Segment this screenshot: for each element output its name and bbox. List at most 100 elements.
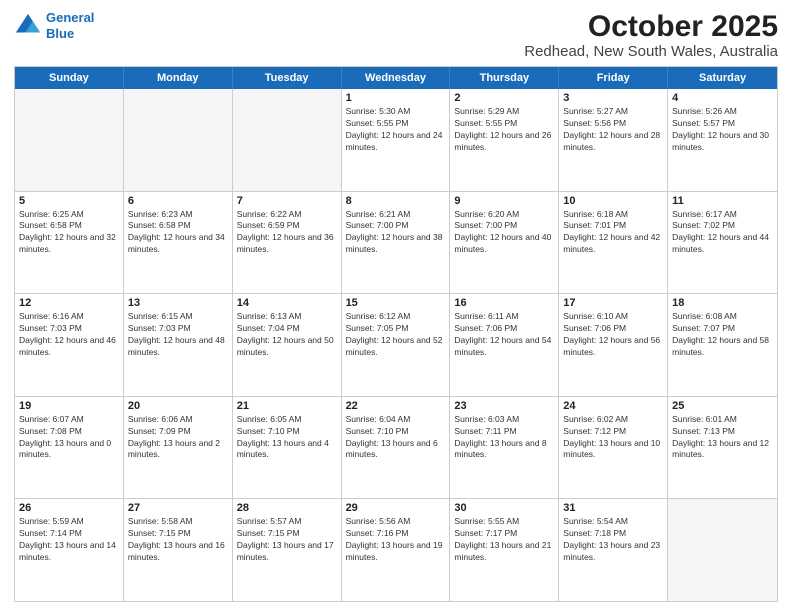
day-number: 20: [128, 400, 228, 412]
sunset-text: Sunset: 7:09 PM: [128, 426, 228, 438]
daylight-text: Daylight: 13 hours and 6 minutes.: [346, 438, 446, 462]
calendar-cell: [668, 499, 777, 601]
calendar-cell: 27 Sunrise: 5:58 AM Sunset: 7:15 PM Dayl…: [124, 499, 233, 601]
sunset-text: Sunset: 5:56 PM: [563, 118, 663, 130]
daylight-text: Daylight: 12 hours and 42 minutes.: [563, 232, 663, 256]
calendar-cell: 9 Sunrise: 6:20 AM Sunset: 7:00 PM Dayli…: [450, 192, 559, 294]
daylight-text: Daylight: 12 hours and 34 minutes.: [128, 232, 228, 256]
calendar-cell: 19 Sunrise: 6:07 AM Sunset: 7:08 PM Dayl…: [15, 397, 124, 499]
sunrise-text: Sunrise: 5:59 AM: [19, 516, 119, 528]
calendar-title: October 2025: [524, 10, 778, 43]
sunrise-text: Sunrise: 6:15 AM: [128, 311, 228, 323]
sunset-text: Sunset: 6:59 PM: [237, 220, 337, 232]
day-number: 1: [346, 92, 446, 104]
day-number: 10: [563, 195, 663, 207]
day-number: 21: [237, 400, 337, 412]
sunset-text: Sunset: 7:06 PM: [454, 323, 554, 335]
day-number: 11: [672, 195, 773, 207]
sunrise-text: Sunrise: 5:55 AM: [454, 516, 554, 528]
daylight-text: Daylight: 13 hours and 10 minutes.: [563, 438, 663, 462]
day-number: 14: [237, 297, 337, 309]
sunset-text: Sunset: 7:15 PM: [128, 528, 228, 540]
daylight-text: Daylight: 12 hours and 30 minutes.: [672, 130, 773, 154]
calendar-cell: 17 Sunrise: 6:10 AM Sunset: 7:06 PM Dayl…: [559, 294, 668, 396]
daylight-text: Daylight: 13 hours and 23 minutes.: [563, 540, 663, 564]
calendar-cell: 20 Sunrise: 6:06 AM Sunset: 7:09 PM Dayl…: [124, 397, 233, 499]
sunrise-text: Sunrise: 6:08 AM: [672, 311, 773, 323]
calendar-cell: 31 Sunrise: 5:54 AM Sunset: 7:18 PM Dayl…: [559, 499, 668, 601]
calendar-cell: 11 Sunrise: 6:17 AM Sunset: 7:02 PM Dayl…: [668, 192, 777, 294]
day-number: 28: [237, 502, 337, 514]
sunset-text: Sunset: 7:16 PM: [346, 528, 446, 540]
day-number: 23: [454, 400, 554, 412]
daylight-text: Daylight: 12 hours and 38 minutes.: [346, 232, 446, 256]
calendar-cell: 16 Sunrise: 6:11 AM Sunset: 7:06 PM Dayl…: [450, 294, 559, 396]
sunset-text: Sunset: 7:01 PM: [563, 220, 663, 232]
calendar-cell: 1 Sunrise: 5:30 AM Sunset: 5:55 PM Dayli…: [342, 89, 451, 191]
title-block: October 2025 Redhead, New South Wales, A…: [524, 10, 778, 60]
calendar-cell: 28 Sunrise: 5:57 AM Sunset: 7:15 PM Dayl…: [233, 499, 342, 601]
sunset-text: Sunset: 7:05 PM: [346, 323, 446, 335]
calendar-row: 12 Sunrise: 6:16 AM Sunset: 7:03 PM Dayl…: [15, 294, 777, 397]
calendar-cell: 10 Sunrise: 6:18 AM Sunset: 7:01 PM Dayl…: [559, 192, 668, 294]
day-number: 17: [563, 297, 663, 309]
day-number: 16: [454, 297, 554, 309]
daylight-text: Daylight: 13 hours and 8 minutes.: [454, 438, 554, 462]
day-number: 30: [454, 502, 554, 514]
day-number: 26: [19, 502, 119, 514]
day-number: 27: [128, 502, 228, 514]
daylight-text: Daylight: 12 hours and 54 minutes.: [454, 335, 554, 359]
weekday-header: Wednesday: [342, 67, 451, 89]
sunrise-text: Sunrise: 6:20 AM: [454, 209, 554, 221]
day-number: 3: [563, 92, 663, 104]
logo: General Blue: [14, 10, 94, 41]
sunset-text: Sunset: 7:10 PM: [237, 426, 337, 438]
weekday-header: Saturday: [668, 67, 777, 89]
calendar-cell: 26 Sunrise: 5:59 AM Sunset: 7:14 PM Dayl…: [15, 499, 124, 601]
calendar-cell: 6 Sunrise: 6:23 AM Sunset: 6:58 PM Dayli…: [124, 192, 233, 294]
sunrise-text: Sunrise: 5:54 AM: [563, 516, 663, 528]
daylight-text: Daylight: 12 hours and 32 minutes.: [19, 232, 119, 256]
weekday-header: Tuesday: [233, 67, 342, 89]
sunrise-text: Sunrise: 5:29 AM: [454, 106, 554, 118]
calendar-cell: 30 Sunrise: 5:55 AM Sunset: 7:17 PM Dayl…: [450, 499, 559, 601]
calendar-cell: 18 Sunrise: 6:08 AM Sunset: 7:07 PM Dayl…: [668, 294, 777, 396]
calendar-cell: 4 Sunrise: 5:26 AM Sunset: 5:57 PM Dayli…: [668, 89, 777, 191]
calendar-cell: 15 Sunrise: 6:12 AM Sunset: 7:05 PM Dayl…: [342, 294, 451, 396]
sunset-text: Sunset: 7:03 PM: [128, 323, 228, 335]
daylight-text: Daylight: 12 hours and 50 minutes.: [237, 335, 337, 359]
sunrise-text: Sunrise: 5:56 AM: [346, 516, 446, 528]
sunrise-text: Sunrise: 6:02 AM: [563, 414, 663, 426]
sunset-text: Sunset: 5:57 PM: [672, 118, 773, 130]
page: General Blue October 2025 Redhead, New S…: [0, 0, 792, 612]
sunrise-text: Sunrise: 5:27 AM: [563, 106, 663, 118]
calendar-row: 26 Sunrise: 5:59 AM Sunset: 7:14 PM Dayl…: [15, 499, 777, 601]
sunset-text: Sunset: 7:15 PM: [237, 528, 337, 540]
sunrise-text: Sunrise: 6:18 AM: [563, 209, 663, 221]
daylight-text: Daylight: 13 hours and 2 minutes.: [128, 438, 228, 462]
sunrise-text: Sunrise: 6:23 AM: [128, 209, 228, 221]
calendar-subtitle: Redhead, New South Wales, Australia: [524, 43, 778, 60]
daylight-text: Daylight: 12 hours and 36 minutes.: [237, 232, 337, 256]
weekday-header: Friday: [559, 67, 668, 89]
sunrise-text: Sunrise: 5:30 AM: [346, 106, 446, 118]
weekday-header: Sunday: [15, 67, 124, 89]
sunrise-text: Sunrise: 5:57 AM: [237, 516, 337, 528]
day-number: 31: [563, 502, 663, 514]
header: General Blue October 2025 Redhead, New S…: [14, 10, 778, 60]
day-number: 22: [346, 400, 446, 412]
calendar-cell: 12 Sunrise: 6:16 AM Sunset: 7:03 PM Dayl…: [15, 294, 124, 396]
calendar-cell: 8 Sunrise: 6:21 AM Sunset: 7:00 PM Dayli…: [342, 192, 451, 294]
calendar-cell: 7 Sunrise: 6:22 AM Sunset: 6:59 PM Dayli…: [233, 192, 342, 294]
weekday-header: Monday: [124, 67, 233, 89]
day-number: 4: [672, 92, 773, 104]
calendar-cell: 22 Sunrise: 6:04 AM Sunset: 7:10 PM Dayl…: [342, 397, 451, 499]
sunset-text: Sunset: 7:18 PM: [563, 528, 663, 540]
sunrise-text: Sunrise: 6:05 AM: [237, 414, 337, 426]
day-number: 2: [454, 92, 554, 104]
sunset-text: Sunset: 5:55 PM: [346, 118, 446, 130]
sunset-text: Sunset: 7:10 PM: [346, 426, 446, 438]
calendar-header: SundayMondayTuesdayWednesdayThursdayFrid…: [15, 67, 777, 89]
day-number: 18: [672, 297, 773, 309]
calendar-cell: 2 Sunrise: 5:29 AM Sunset: 5:55 PM Dayli…: [450, 89, 559, 191]
